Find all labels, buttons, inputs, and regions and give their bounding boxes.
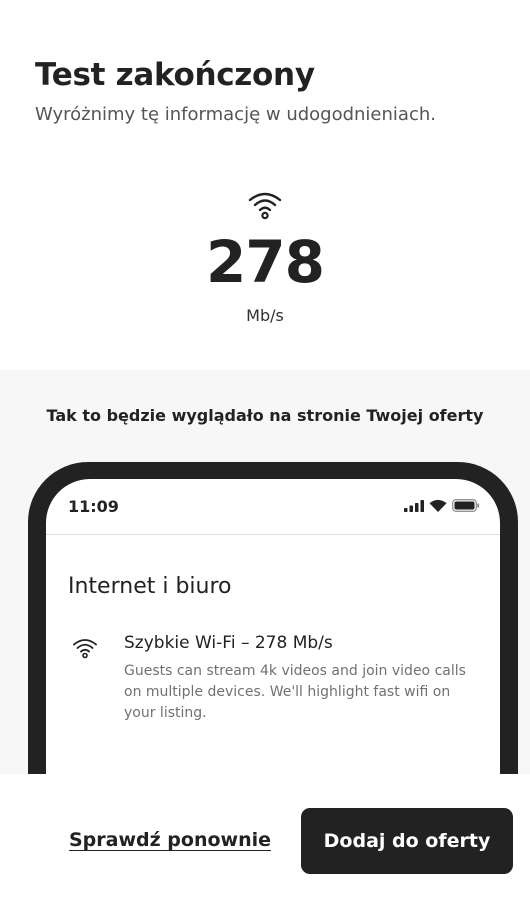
wifi-icon [73, 639, 97, 659]
speed-value: 278 [205, 228, 325, 296]
wifi-icon [429, 499, 447, 512]
preview-caption: Tak to będzie wyglądało na stronie Twoje… [46, 406, 484, 425]
phone-status-bar: 11:09 [46, 479, 500, 535]
page-subtitle: Wyróżnimy tę informację w udogodnieniach… [35, 104, 436, 125]
wifi-icon [248, 192, 282, 220]
speed-result: 278 Mb/s [0, 190, 530, 325]
speed-unit: Mb/s [246, 306, 284, 325]
section-heading: Internet i biuro [68, 574, 232, 599]
retry-test-link[interactable]: Sprawdź ponownie [69, 829, 271, 851]
footer: Sprawdź ponownie Dodaj do oferty [0, 774, 530, 900]
page-title: Test zakończony [35, 57, 315, 93]
battery-icon [452, 499, 480, 512]
signal-icon [404, 499, 424, 512]
phone-screen: 11:09 Internet i biuro Szybkie Wi-Fi – 2… [46, 479, 500, 774]
listing-preview: Tak to będzie wyglądało na stronie Twoje… [0, 370, 530, 774]
amenity-description: Guests can stream 4k videos and join vid… [124, 663, 466, 721]
phone-mockup: 11:09 Internet i biuro Szybkie Wi-Fi – 2… [28, 462, 518, 774]
add-to-listing-button[interactable]: Dodaj do oferty [301, 808, 513, 874]
amenity-title: Szybkie Wi-Fi – 278 Mb/s [124, 633, 333, 653]
header: Test zakończony Wyróżnimy tę informację … [35, 55, 510, 127]
status-time: 11:09 [68, 497, 119, 516]
status-icons [404, 499, 480, 512]
